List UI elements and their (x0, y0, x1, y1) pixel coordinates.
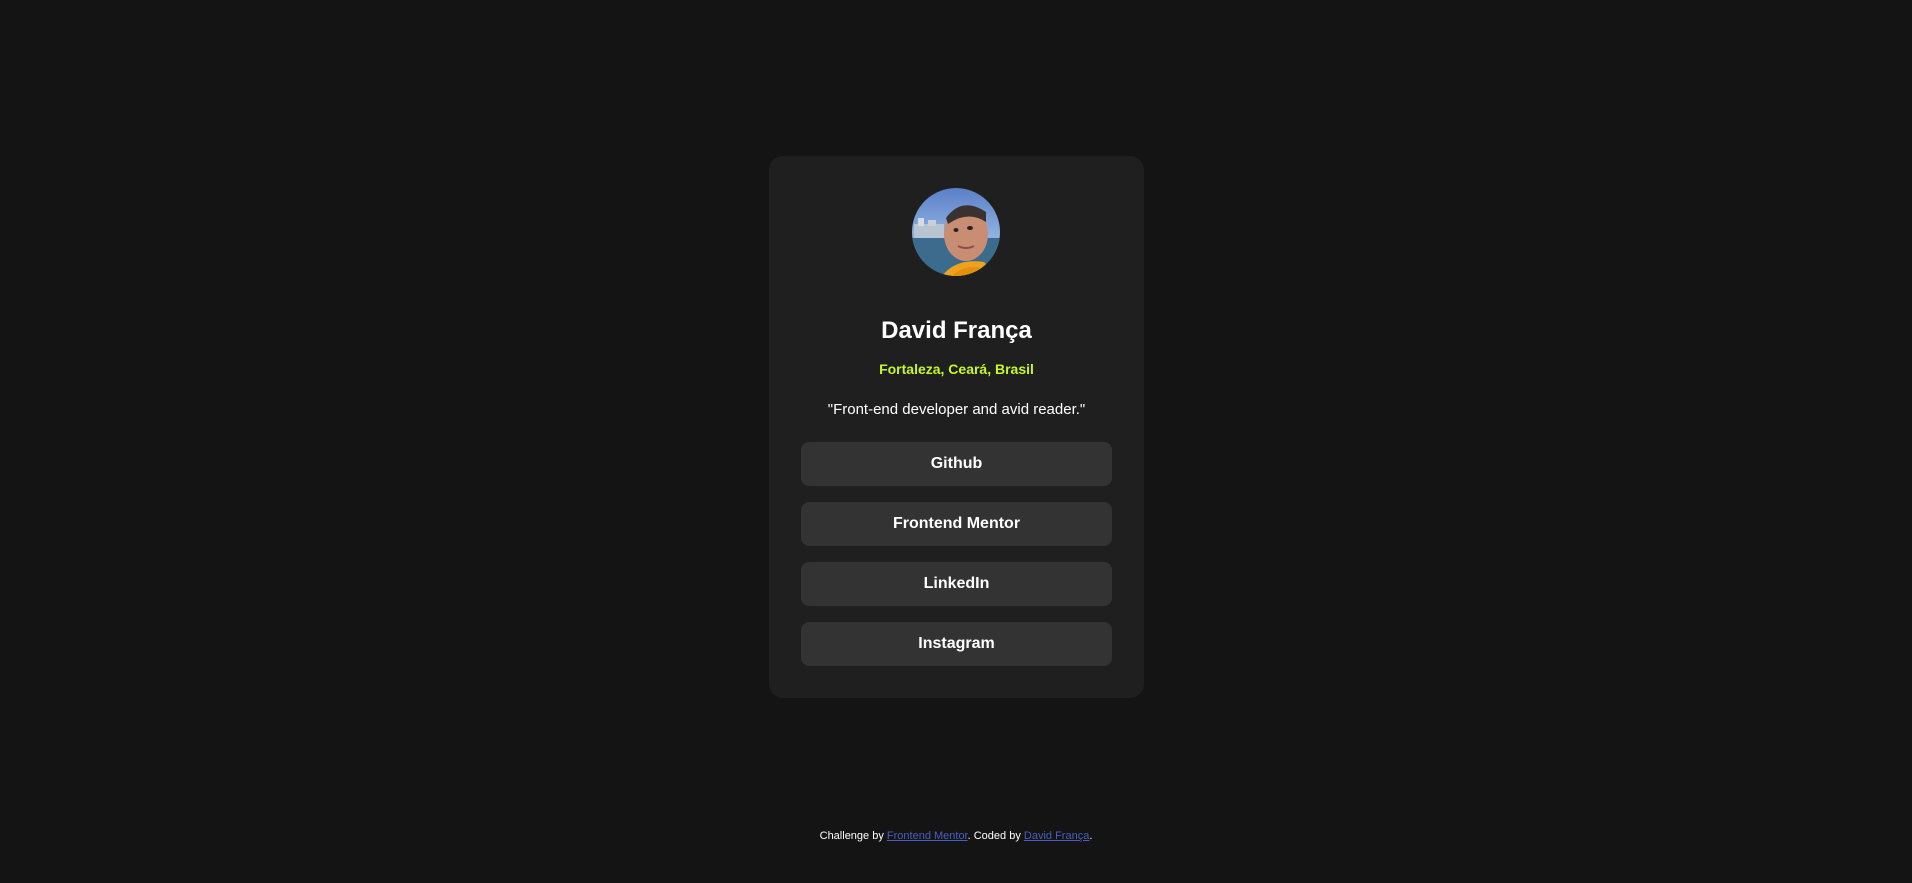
avatar (912, 188, 1000, 276)
page: David França Fortaleza, Ceará, Brasil "F… (0, 0, 1912, 883)
attribution-footer: Challenge by Frontend Mentor. Coded by D… (0, 828, 1912, 844)
frontend-mentor-link-button[interactable]: Frontend Mentor (801, 502, 1112, 546)
profile-photo-icon (912, 188, 1000, 276)
instagram-link-button[interactable]: Instagram (801, 622, 1112, 666)
footer-frontend-mentor-link[interactable]: Frontend Mentor (887, 830, 968, 842)
link-item-github: Github (801, 442, 1112, 486)
profile-name: David França (881, 317, 1032, 344)
profile-bio: "Front-end developer and avid reader." (827, 401, 1086, 418)
footer-suffix: . (1089, 830, 1093, 842)
link-item-instagram: Instagram (801, 622, 1112, 666)
linkedin-link-button[interactable]: LinkedIn (801, 562, 1112, 606)
profile-location: Fortaleza, Ceará, Brasil (879, 361, 1034, 377)
link-item-linkedin: LinkedIn (801, 562, 1112, 606)
social-links-list: Github Frontend Mentor LinkedIn Instagra… (801, 442, 1112, 682)
footer-author-link[interactable]: David França (1024, 830, 1089, 842)
link-item-frontend-mentor: Frontend Mentor (801, 502, 1112, 546)
footer-prefix: Challenge by (819, 830, 887, 842)
github-link-button[interactable]: Github (801, 442, 1112, 486)
profile-card: David França Fortaleza, Ceará, Brasil "F… (769, 156, 1144, 698)
footer-middle: . Coded by (967, 830, 1024, 842)
